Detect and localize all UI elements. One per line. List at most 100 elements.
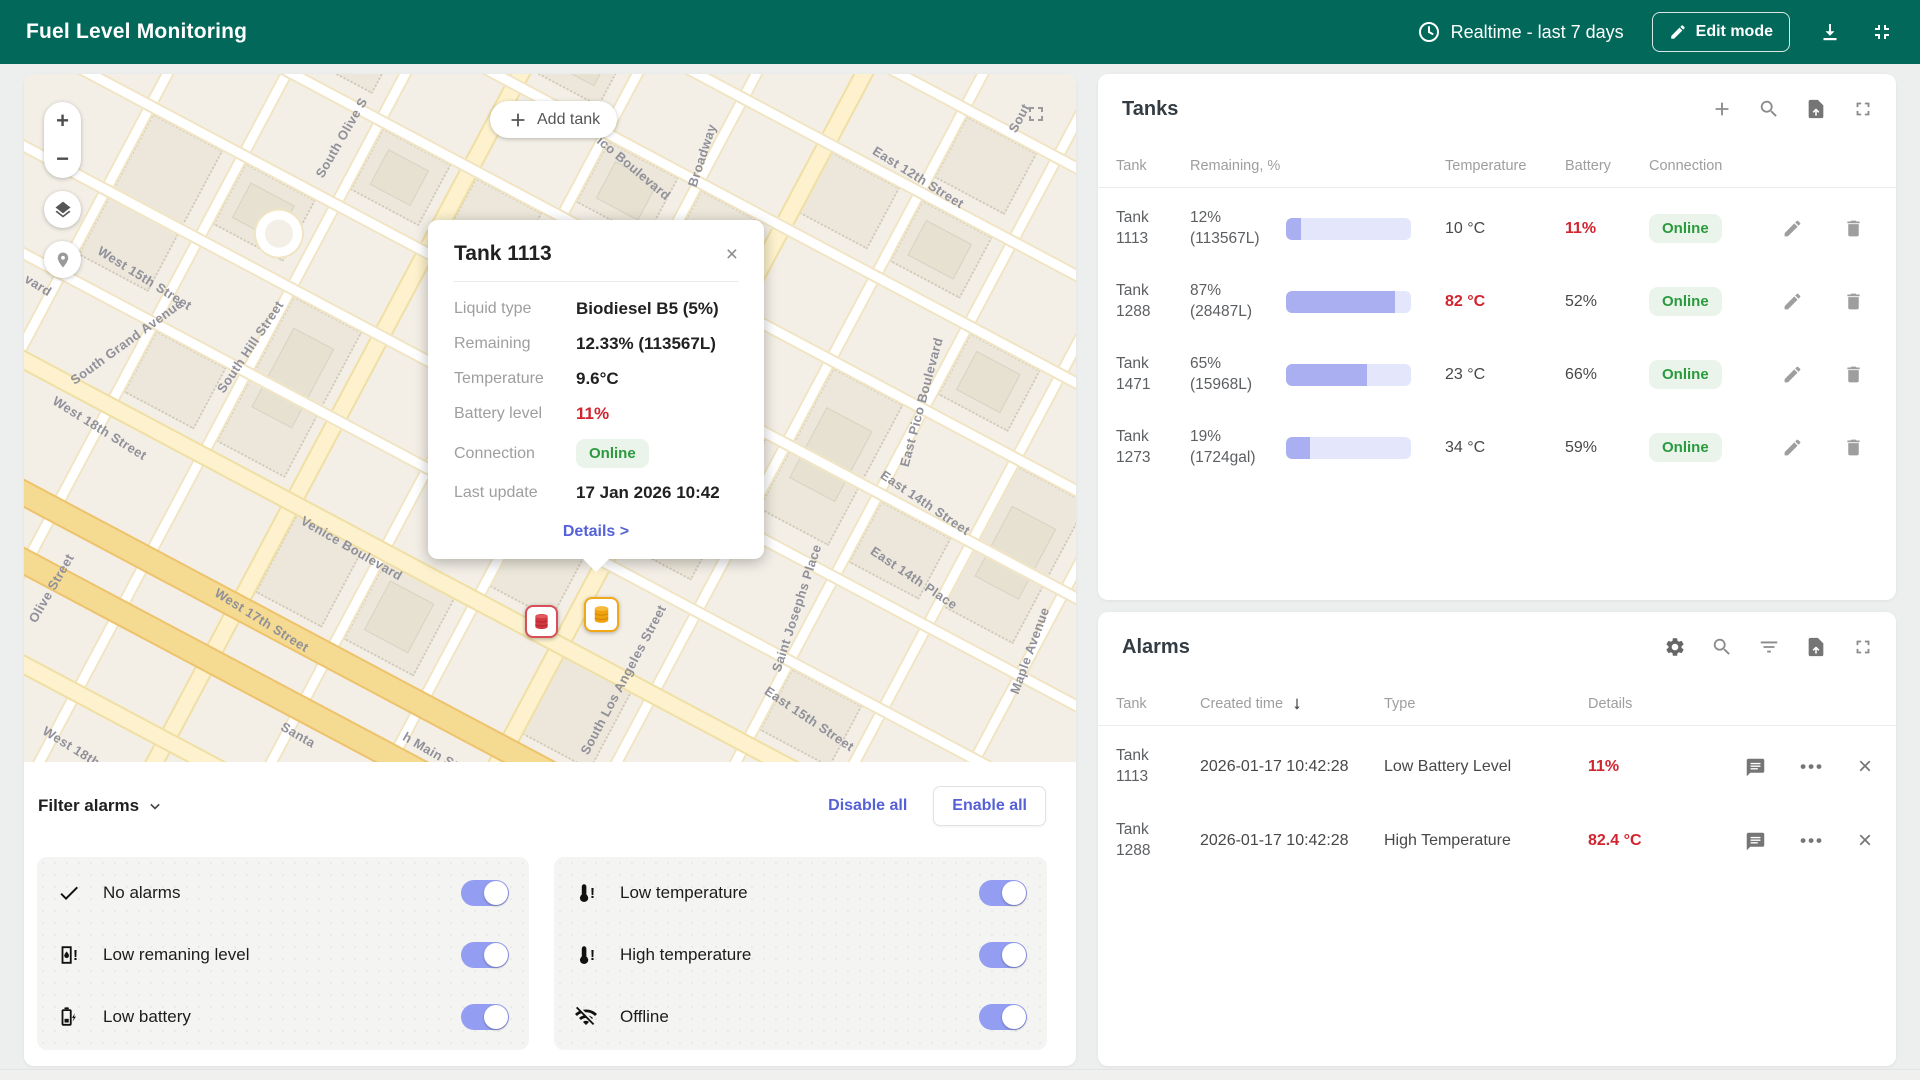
offline-toggle[interactable] xyxy=(979,1004,1027,1030)
popup-field-label: Remaining xyxy=(454,335,576,353)
add-tank-label: Add tank xyxy=(537,111,600,129)
alarm-row[interactable]: Tank 1113 2026-01-17 10:42:28 Low Batter… xyxy=(1098,734,1896,800)
low-battery-toggle[interactable] xyxy=(461,1004,509,1030)
add-tank-button[interactable]: Add tank xyxy=(490,101,617,138)
comment-icon[interactable] xyxy=(1745,831,1766,852)
map-layers-button[interactable] xyxy=(44,191,81,228)
fullscreen-icon[interactable] xyxy=(1852,636,1874,658)
tank-name: Tank 1113 xyxy=(1116,208,1170,250)
export-file-icon[interactable] xyxy=(1805,636,1827,658)
export-file-icon[interactable] xyxy=(1805,98,1827,120)
connection-status-badge: Online xyxy=(1649,433,1722,462)
zoom-in-button[interactable]: + xyxy=(44,102,81,140)
download-icon[interactable] xyxy=(1818,20,1842,44)
popup-field-label: Temperature xyxy=(454,370,576,388)
comment-icon[interactable] xyxy=(1745,757,1766,778)
edit-row-icon[interactable] xyxy=(1782,364,1803,385)
layers-icon xyxy=(53,200,73,220)
no-alarms-toggle[interactable] xyxy=(461,880,509,906)
tank-row[interactable]: Tank 1273 19%(1724gal) 34 °C 59% Online xyxy=(1098,415,1896,480)
level-bar xyxy=(1286,364,1411,386)
col-connection: Connection xyxy=(1649,158,1759,174)
dismiss-alarm-icon[interactable]: × xyxy=(1858,829,1872,853)
alarm-created-time: 2026-01-17 10:42:28 xyxy=(1200,832,1384,850)
filter-alarms-bar: Filter alarms Disable all Enable all xyxy=(38,785,1046,827)
edit-row-icon[interactable] xyxy=(1782,437,1803,458)
delete-row-icon[interactable] xyxy=(1843,437,1864,458)
dismiss-alarm-icon[interactable]: × xyxy=(1858,755,1872,779)
chevron-down-icon xyxy=(145,796,165,816)
popup-field-label: Liquid type xyxy=(454,300,576,318)
col-remaining: Remaining, % xyxy=(1190,158,1445,174)
zoom-out-button[interactable]: − xyxy=(44,140,81,178)
more-actions-icon[interactable]: ••• xyxy=(1800,831,1824,851)
col-tank: Tank xyxy=(1116,158,1190,174)
alarms-panel-title: Alarms xyxy=(1122,636,1664,659)
col-temperature: Temperature xyxy=(1445,158,1565,174)
wifi-off-icon xyxy=(574,1005,604,1029)
tank-remaining: 87%(28487L) xyxy=(1190,281,1282,323)
delete-row-icon[interactable] xyxy=(1843,291,1864,312)
edit-mode-button[interactable]: Edit mode xyxy=(1652,12,1790,52)
fullscreen-icon[interactable] xyxy=(1852,98,1874,120)
filter-alarms-expander[interactable]: Filter alarms xyxy=(38,796,165,816)
tank-row[interactable]: Tank 1471 65%(15968L) 23 °C 66% Online xyxy=(1098,342,1896,407)
popup-battery-value: 11% xyxy=(576,404,738,424)
delete-row-icon[interactable] xyxy=(1843,218,1864,239)
alarm-tank: Tank 1113 xyxy=(1116,746,1170,788)
popup-close-icon[interactable]: × xyxy=(726,244,738,265)
search-icon[interactable] xyxy=(1711,636,1733,658)
disable-all-button[interactable]: Disable all xyxy=(828,797,907,815)
edit-row-icon[interactable] xyxy=(1782,291,1803,312)
more-actions-icon[interactable]: ••• xyxy=(1800,757,1824,777)
low-temperature-icon: ! xyxy=(574,882,604,904)
edit-mode-label: Edit mode xyxy=(1696,23,1773,41)
filter-alarms-label: Filter alarms xyxy=(38,796,139,816)
edit-row-icon[interactable] xyxy=(1782,218,1803,239)
tank-row[interactable]: Tank 1288 87%(28487L) 82 °C 52% Online xyxy=(1098,269,1896,334)
popup-details-link[interactable]: Details > xyxy=(454,523,738,541)
clock-icon xyxy=(1417,20,1441,44)
gear-icon[interactable] xyxy=(1664,636,1686,658)
alarm-row[interactable]: Tank 1288 2026-01-17 10:42:28 High Tempe… xyxy=(1098,808,1896,874)
tank-marker-orange[interactable] xyxy=(584,597,619,632)
popup-field-label: Connection xyxy=(454,445,576,463)
enable-all-button[interactable]: Enable all xyxy=(933,786,1046,826)
tank-row[interactable]: Tank 1113 12%(113567L) 10 °C 11% Online xyxy=(1098,196,1896,261)
add-icon[interactable] xyxy=(1711,98,1733,120)
low-level-toggle[interactable] xyxy=(461,942,509,968)
map-widget: South Olive S West Pico Boulevard Broadw… xyxy=(24,74,1076,1066)
low-temperature-toggle[interactable] xyxy=(979,880,1027,906)
barrel-icon xyxy=(531,611,552,632)
filter-row-low-level: ! Low remaning level xyxy=(57,924,509,986)
map-canvas[interactable]: South Olive S West Pico Boulevard Broadw… xyxy=(24,74,1076,762)
connection-status-badge: Online xyxy=(1649,287,1722,316)
map-fullscreen-icon[interactable] xyxy=(1024,102,1048,126)
filter-label: Low temperature xyxy=(620,883,963,903)
level-bar xyxy=(1286,291,1411,313)
level-bar xyxy=(1286,218,1411,240)
tank-remaining: 65%(15968L) xyxy=(1190,354,1282,396)
alarm-details: 11% xyxy=(1588,758,1698,776)
map-locate-button[interactable] xyxy=(44,241,81,278)
col-created-time[interactable]: Created time xyxy=(1200,696,1384,712)
filter-row-high-temperature: ! High temperature xyxy=(574,924,1027,986)
low-battery-icon xyxy=(57,1006,87,1028)
filter-label: No alarms xyxy=(103,883,445,903)
high-temperature-toggle[interactable] xyxy=(979,942,1027,968)
filter-icon[interactable] xyxy=(1758,636,1780,658)
timewindow-label: Realtime - last 7 days xyxy=(1451,22,1624,43)
tank-name: Tank 1471 xyxy=(1116,354,1170,396)
search-icon[interactable] xyxy=(1758,98,1780,120)
delete-row-icon[interactable] xyxy=(1843,364,1864,385)
tank-marker-red[interactable] xyxy=(525,605,558,638)
alarm-filter-card-right: ! Low temperature ! High temperature xyxy=(554,857,1047,1050)
timewindow-button[interactable]: Realtime - last 7 days xyxy=(1417,20,1624,44)
horizontal-scrollbar[interactable] xyxy=(0,1069,1920,1080)
exit-fullscreen-icon[interactable] xyxy=(1870,20,1894,44)
tank-battery: 66% xyxy=(1565,366,1649,384)
plus-icon xyxy=(507,109,529,131)
alarm-details: 82.4 °C xyxy=(1588,832,1698,850)
filter-label: High temperature xyxy=(620,945,963,965)
tank-battery: 52% xyxy=(1565,293,1649,311)
